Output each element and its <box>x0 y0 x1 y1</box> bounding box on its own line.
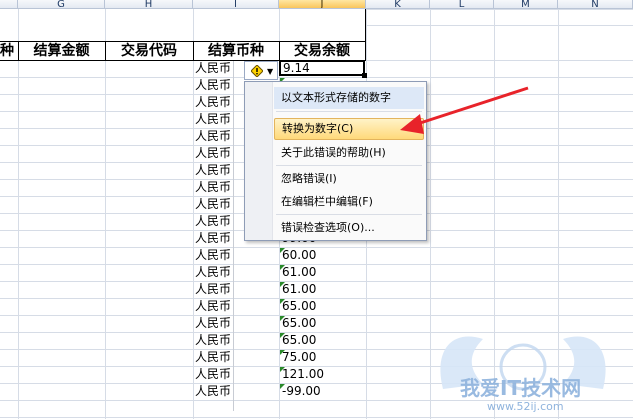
col-header-n[interactable]: N <box>558 0 633 9</box>
currency-cell[interactable]: 人民币 <box>195 366 231 383</box>
currency-cell[interactable]: 人民币 <box>195 196 231 213</box>
col-header-i[interactable]: I <box>193 0 279 9</box>
balance-cell[interactable]: -99.00 <box>282 383 321 400</box>
balance-cell[interactable]: 61.00 <box>282 264 316 281</box>
currency-cell[interactable]: 人民币 <box>195 264 231 281</box>
balance-cell[interactable]: 65.00 <box>282 315 316 332</box>
col-header-l[interactable]: L <box>430 0 494 9</box>
currency-cell[interactable]: 人民币 <box>195 94 231 111</box>
header-settle-currency: 结算币种 <box>208 43 264 59</box>
balance-cell[interactable]: 75.00 <box>282 349 316 366</box>
currency-cell[interactable]: 人民币 <box>195 162 231 179</box>
col-header-blank[interactable] <box>0 0 18 9</box>
col-header-g[interactable]: G <box>18 0 105 9</box>
balance-cell[interactable]: 121.00 <box>282 366 324 383</box>
col-header-k[interactable]: K <box>366 0 430 9</box>
currency-cell[interactable]: 人民币 <box>195 213 231 230</box>
warning-icon <box>251 65 263 77</box>
header-settle-amount: 结算金额 <box>33 43 90 59</box>
active-cell-value[interactable]: 9.14 <box>283 60 310 77</box>
currency-cell[interactable]: 人民币 <box>195 179 231 196</box>
currency-cell[interactable]: 人民币 <box>195 349 231 366</box>
currency-cell[interactable]: 人民币 <box>195 111 231 128</box>
currency-cell[interactable]: 人民币 <box>195 230 231 247</box>
currency-cell[interactable]: 人民币 <box>195 383 231 400</box>
header-trade-code: 交易代码 <box>121 43 177 59</box>
error-check-button[interactable]: ▼ <box>244 61 278 80</box>
col-header-m[interactable]: M <box>494 0 558 9</box>
balance-cell[interactable]: 61.00 <box>282 281 316 298</box>
menu-item-convert-to-number[interactable]: 转换为数字(C) <box>274 118 424 140</box>
col-header-h[interactable]: H <box>105 0 193 9</box>
menu-item-error-checking-options[interactable]: 错误检查选项(O)... <box>274 217 424 239</box>
currency-cell[interactable]: 人民币 <box>195 298 231 315</box>
currency-cell[interactable]: 人民币 <box>195 281 231 298</box>
header-trade-balance: 交易余额 <box>294 43 350 59</box>
fill-handle[interactable] <box>362 73 367 78</box>
col-header-j[interactable]: J <box>279 0 366 9</box>
balance-cell[interactable]: 65.00 <box>282 298 316 315</box>
currency-cell[interactable]: 人民币 <box>195 332 231 349</box>
watermark-brand: 我爱IT技术网 <box>460 376 582 400</box>
balance-cell[interactable]: 60.00 <box>282 247 316 264</box>
spreadsheet[interactable]: G H I J K L M N 种 结算金额 交易代码 结算币种 交易余额 人民… <box>0 0 633 419</box>
menu-item-stored-as-text: 以文本形式存储的数字 <box>274 87 424 109</box>
menu-item-ignore-error[interactable]: 忽略错误(I) <box>274 168 424 190</box>
currency-cell[interactable]: 人民币 <box>195 128 231 145</box>
watermark-url: www.52ij.com <box>487 400 564 413</box>
balance-cell[interactable]: 65.00 <box>282 332 316 349</box>
currency-cell[interactable]: 人民币 <box>195 60 231 77</box>
currency-cell[interactable]: 人民币 <box>195 315 231 332</box>
header-partial: 种 <box>0 43 14 59</box>
currency-cell[interactable]: 人民币 <box>195 247 231 264</box>
chevron-down-icon: ▼ <box>267 67 274 76</box>
menu-item-edit-in-formula-bar[interactable]: 在编辑栏中编辑(F) <box>274 191 424 213</box>
currency-cell[interactable]: 人民币 <box>195 145 231 162</box>
currency-cell[interactable]: 人民币 <box>195 77 231 94</box>
error-options-menu: 以文本形式存储的数字 转换为数字(C) 关于此错误的帮助(H) 忽略错误(I) … <box>244 81 427 241</box>
menu-item-help-on-error[interactable]: 关于此错误的帮助(H) <box>274 142 424 164</box>
